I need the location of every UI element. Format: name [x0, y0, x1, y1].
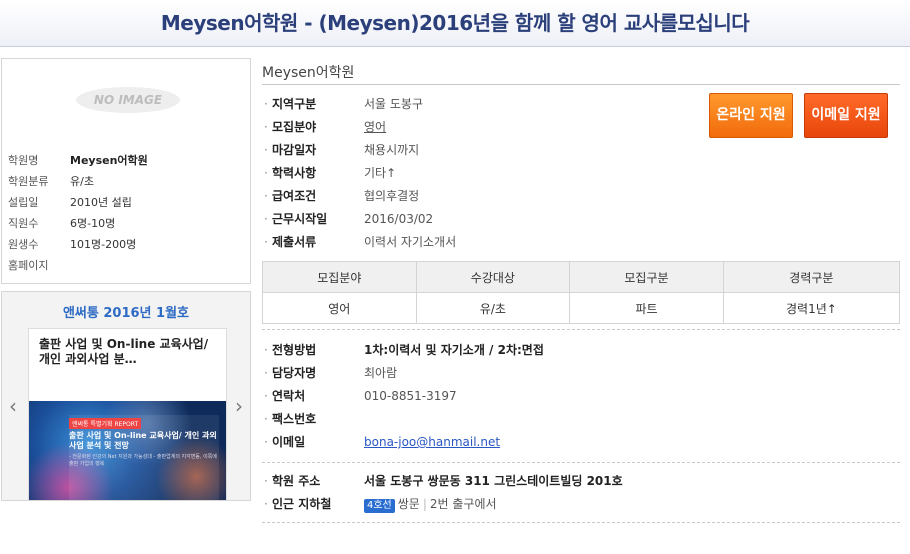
field-start-date: · 근무시작일 2016/03/02 [264, 212, 434, 226]
info-label: 학원분류 [8, 175, 49, 188]
info-label: 학원명 [8, 154, 39, 167]
separator: | [422, 497, 427, 511]
field-value: 기타↑ [364, 166, 397, 180]
divider [262, 462, 900, 463]
field-value: 채용시까지 [364, 143, 420, 157]
field-address: · 학원 주소 서울 도봉구 쌍문동 311 그린스테이트빌딩 201호 [264, 474, 623, 488]
info-row-staff: 직원수 6명-10명 [8, 215, 115, 233]
field-deadline: · 마감일자 채용시까지 [264, 143, 420, 157]
field-value-link[interactable]: 영어 [364, 120, 386, 134]
field-phone: · 연락처 010-8851-3197 [264, 389, 457, 403]
subway-exit: 2번 출구에서 [429, 497, 497, 511]
promo-card[interactable]: 출판 사업 및 On-line 교육사업/개인 과외사업 분… 앤써통 특별기획… [28, 328, 227, 500]
field-manager: · 담당자명 최아람 [264, 366, 398, 380]
info-value: 101명-200명 [70, 238, 137, 251]
field-label: 이메일 [272, 435, 306, 449]
field-label: 담당자명 [272, 366, 317, 380]
field-value: 2016/03/02 [364, 212, 434, 226]
table-cell: 경력1년↑ [722, 292, 901, 324]
info-row-students: 원생수 101명-200명 [8, 236, 136, 254]
page-title: Meysen어학원 - (Meysen)2016년을 함께 할 영어 교사를모십… [0, 0, 910, 47]
info-row-founded: 설립일 2010년 설립 [8, 194, 132, 212]
field-education: · 학력사항 기타↑ [264, 166, 397, 180]
field-label: 인근 지하철 [272, 497, 332, 511]
chevron-right-icon[interactable]: › [232, 396, 246, 416]
promo-card-text[interactable]: 출판 사업 및 On-line 교육사업/개인 과외사업 분… [39, 337, 219, 367]
promo-cover-tag: 앤써통 특별기획 REPORT [69, 418, 142, 429]
info-value: 6명-10명 [70, 217, 116, 230]
info-row-category: 학원분류 유/초 [8, 173, 94, 191]
field-salary: · 급여조건 협의후결정 [264, 189, 420, 203]
field-selection: · 전형방법 1차:이력서 및 자기소개 / 2차:면접 [264, 343, 544, 357]
info-value: 2010년 설립 [70, 196, 132, 209]
info-label: 설립일 [8, 196, 39, 209]
field-label: 학력사항 [272, 166, 317, 180]
table-cell: 파트 [569, 292, 724, 324]
divider [262, 84, 900, 85]
field-region: · 지역구분 서울 도봉구 [264, 97, 424, 111]
info-row-name: 학원명 Meysen어학원 [8, 152, 148, 170]
no-image-placeholder: NO IMAGE [76, 87, 180, 113]
field-label: 제출서류 [272, 235, 317, 249]
recruit-table: 모집분야 수강대상 모집구분 경력구분 영어 유/초 파트 경력1년↑ [262, 261, 901, 324]
subway-line-badge: 4호선 [364, 499, 395, 513]
email-link[interactable]: bona-joo@hanmail.net [364, 435, 500, 449]
table-header: 경력구분 [722, 261, 901, 293]
field-label: 팩스번호 [272, 412, 317, 426]
field-value: 이력서 자기소개서 [364, 235, 457, 249]
info-label: 직원수 [8, 217, 39, 230]
table-header: 모집구분 [569, 261, 724, 293]
table-row: 영어 유/초 파트 경력1년↑ [262, 292, 901, 324]
field-email: · 이메일 bona-joo@hanmail.net [264, 435, 501, 449]
email-apply-button[interactable]: 이메일 지원 [804, 93, 888, 138]
field-subject: · 모집분야 영어 [264, 120, 387, 134]
promo-cover-head: 출판 사업 및 On-line 교육사업/ 개인 과외사업 분석 및 전망 [69, 431, 217, 450]
field-label: 전형방법 [272, 343, 317, 357]
info-label: 원생수 [8, 238, 39, 251]
promo-cover-image[interactable]: 앤써통 특별기획 REPORT 출판 사업 및 On-line 교육사업/ 개인… [29, 401, 226, 500]
info-value: 유/초 [70, 175, 94, 188]
info-label: 홈페이지 [8, 259, 49, 272]
info-value: Meysen어학원 [70, 154, 148, 167]
info-row-homepage: 홈페이지 [8, 257, 70, 275]
field-label: 모집분야 [272, 120, 317, 134]
field-value: 010-8851-3197 [364, 389, 457, 403]
field-label: 학원 주소 [272, 474, 321, 488]
field-value: 협의후결정 [364, 189, 420, 203]
academy-logo-area: NO IMAGE [2, 59, 250, 142]
field-value: 최아람 [364, 366, 398, 380]
field-subway: · 인근 지하철 4호선 쌍문 | 2번 출구에서 [264, 497, 497, 513]
field-documents: · 제출서류 이력서 자기소개서 [264, 235, 457, 249]
magazine-promo: 앤써통 2016년 1월호 ‹ 출판 사업 및 On-line 교육사업/개인 … [1, 291, 251, 501]
field-label: 지역구분 [272, 97, 317, 111]
academy-info-box: NO IMAGE 학원명 Meysen어학원 학원분류 유/초 설립일 2010년 설… [1, 58, 251, 284]
promo-cover-sub: - 전문화된 인강의 Net 지원과 가능성대 - 출판업계의 지각변동, 이쪽… [69, 454, 217, 467]
field-label: 급여조건 [272, 189, 317, 203]
table-header: 수강대상 [415, 261, 571, 293]
table-cell: 영어 [262, 292, 417, 324]
field-value: 1차:이력서 및 자기소개 / 2차:면접 [364, 343, 544, 357]
table-header: 모집분야 [262, 261, 417, 293]
subway-station: 쌍문 [397, 497, 420, 511]
field-fax: · 팩스번호 [264, 410, 364, 428]
field-value: 서울 도봉구 쌍문동 311 그린스테이트빌딩 201호 [364, 474, 623, 488]
field-value: 서울 도봉구 [364, 97, 424, 111]
divider [262, 329, 900, 330]
field-label: 마감일자 [272, 143, 317, 157]
promo-cover-text: 앤써통 특별기획 REPORT 출판 사업 및 On-line 교육사업/ 개인… [69, 415, 219, 500]
online-apply-button[interactable]: 온라인 지원 [709, 93, 793, 138]
academy-name: Meysen어학원 [262, 65, 355, 81]
divider [262, 522, 900, 523]
table-cell: 유/초 [415, 292, 571, 324]
field-label: 연락처 [272, 389, 306, 403]
chevron-left-icon[interactable]: ‹ [6, 396, 20, 416]
field-label: 근무시작일 [272, 212, 328, 226]
promo-title[interactable]: 앤써통 2016년 1월호 [2, 302, 250, 321]
table-header-row: 모집분야 수강대상 모집구분 경력구분 [262, 261, 901, 293]
